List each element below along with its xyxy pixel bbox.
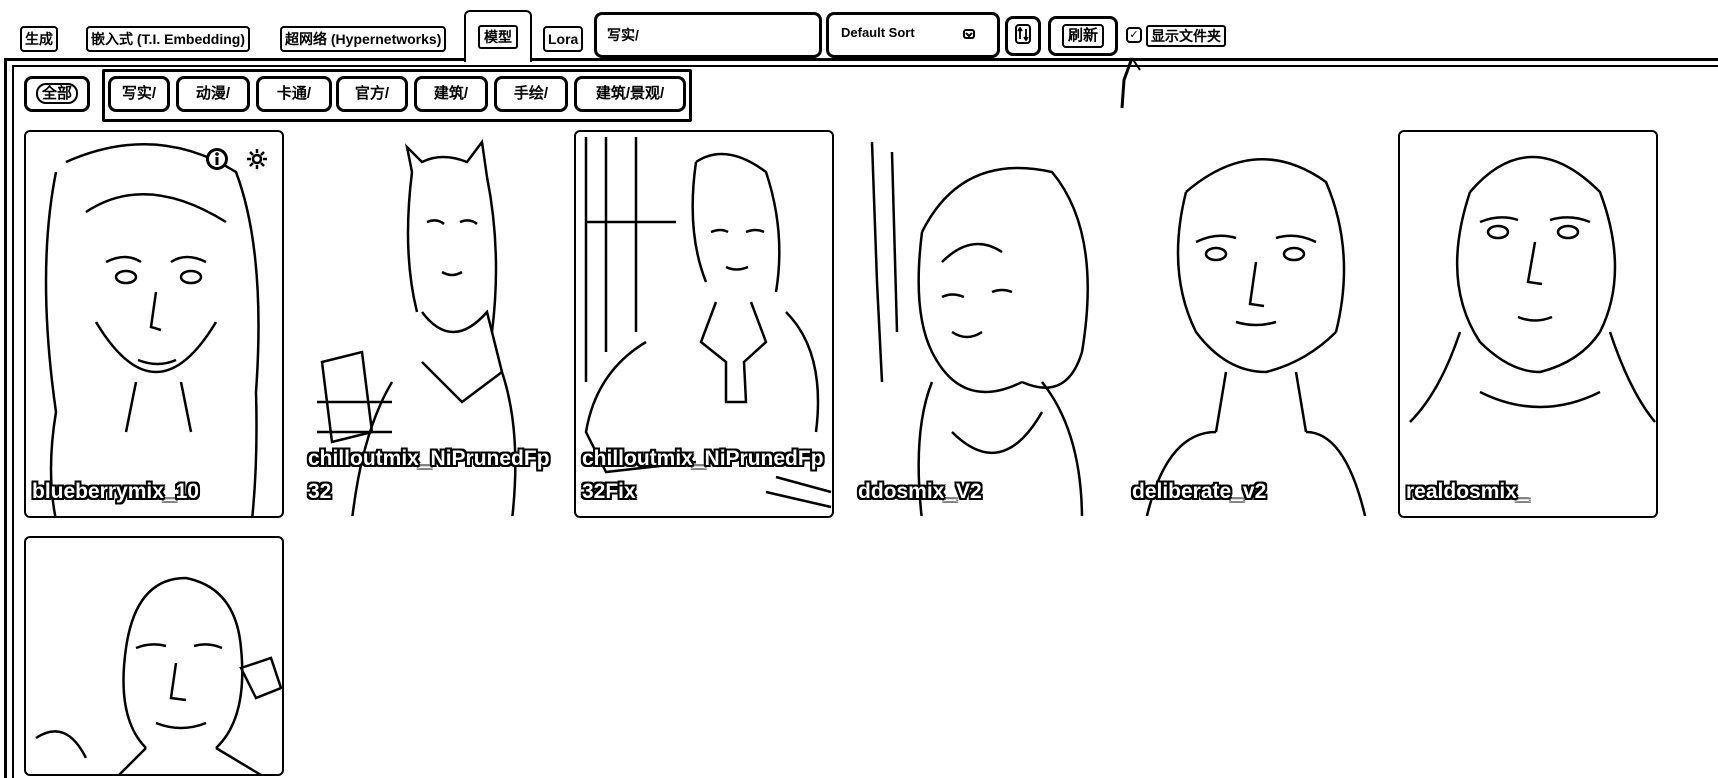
show-folders-checkbox[interactable]: ✓ <box>1126 27 1142 43</box>
filter-label: 卡通/ <box>276 85 312 102</box>
model-card[interactable]: realdosmix_ <box>1398 130 1658 518</box>
filter-cartoon-button[interactable]: 卡通/ <box>256 76 332 112</box>
model-card-title: ddosmix_V2 <box>858 480 982 503</box>
model-preview-image <box>870 141 1089 516</box>
settings-icon[interactable] <box>244 146 270 172</box>
sort-direction-button[interactable] <box>1005 16 1041 56</box>
sort-direction-icon <box>1015 23 1031 49</box>
filter-official-button[interactable]: 官方/ <box>336 76 408 112</box>
model-preview-image <box>35 576 282 774</box>
filter-architecture-button[interactable]: 建筑/ <box>414 76 488 112</box>
filter-handdrawn-button[interactable]: 手绘/ <box>494 76 568 112</box>
model-card[interactable]: deliberate_v2 <box>1124 130 1384 518</box>
chevron-down-icon <box>963 29 975 42</box>
filter-all-label: 全部 <box>35 83 78 104</box>
model-card[interactable] <box>24 536 284 776</box>
search-input[interactable] <box>594 12 822 58</box>
tab-lora[interactable]: Lora <box>543 26 584 52</box>
filter-label: 手绘/ <box>513 85 549 102</box>
filter-landscape-button[interactable]: 建筑/景观/ <box>574 76 686 112</box>
show-folders-label: 显示文件夹 <box>1146 25 1226 47</box>
refresh-button-label: 刷新 <box>1061 24 1104 48</box>
tab-hypernetworks[interactable]: 超网络 (Hypernetworks) <box>280 26 447 52</box>
model-card[interactable]: chilloutmix_NiPrunedFp32 <box>300 130 560 518</box>
model-card-title: chilloutmix_NiPrunedFp32Fix <box>582 447 824 503</box>
model-card[interactable]: chilloutmix_NiPrunedFp32Fix <box>574 130 834 518</box>
refresh-button[interactable]: 刷新 <box>1048 16 1118 56</box>
model-card-title: deliberate_v2 <box>1132 480 1267 503</box>
info-icon[interactable] <box>204 146 230 172</box>
model-preview-image <box>44 142 260 516</box>
model-preview-image <box>1409 155 1656 423</box>
model-card-title: blueberrymix_10 <box>32 480 199 503</box>
tab-generate[interactable]: 生成 <box>20 26 58 52</box>
tab-embedding[interactable]: 嵌入式 (T.I. Embedding) <box>86 26 250 52</box>
filter-label: 官方/ <box>354 85 390 102</box>
sort-dropdown[interactable]: Default Sort <box>826 12 1000 58</box>
model-card-title: realdosmix_ <box>1406 480 1529 503</box>
tab-checkpoints[interactable]: 模型 <box>464 10 532 62</box>
model-preview-image <box>1145 158 1367 516</box>
tab-checkpoints-label: 模型 <box>478 25 518 49</box>
model-card[interactable]: blueberrymix_10 <box>24 130 284 518</box>
extra-networks-tabbar: 生成 嵌入式 (T.I. Embedding) 超网络 (Hypernetwor… <box>0 0 1718 62</box>
sort-dropdown-label: Default Sort <box>841 25 915 40</box>
filter-all-button[interactable]: 全部 <box>24 76 90 112</box>
filter-realistic-button[interactable]: 写实/ <box>108 76 170 112</box>
model-card-title: chilloutmix_NiPrunedFp32 <box>308 447 550 503</box>
model-card[interactable]: ddosmix_V2 <box>850 130 1110 518</box>
filter-label: 建筑/ <box>433 85 469 102</box>
filter-anime-button[interactable]: 动漫/ <box>176 76 250 112</box>
filter-label: 建筑/景观/ <box>595 85 665 102</box>
filter-label: 动漫/ <box>195 85 231 102</box>
filter-label: 写实/ <box>121 85 157 102</box>
